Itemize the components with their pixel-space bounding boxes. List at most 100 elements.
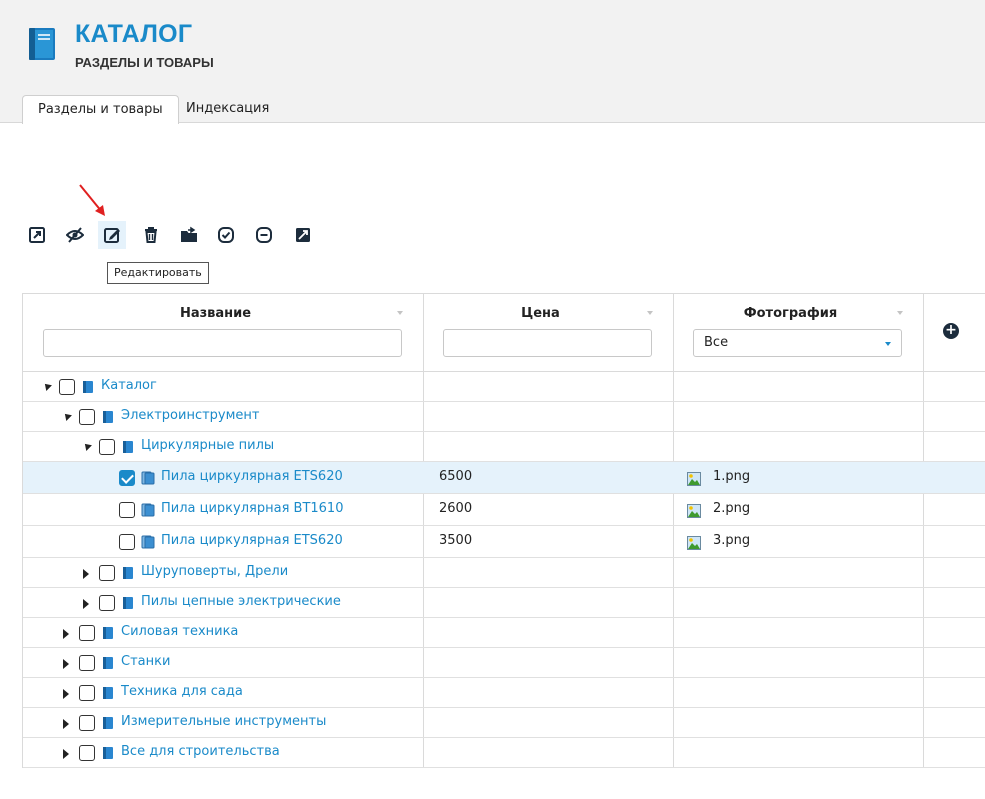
image-file-icon — [687, 536, 701, 550]
tree-node-label[interactable]: Станки — [121, 654, 170, 669]
price-filter-input[interactable] — [443, 329, 652, 357]
product-row[interactable]: Пила циркулярная ETS620 3500 3.png — [23, 526, 985, 558]
product-row[interactable]: Пила циркулярная BT1610 2600 2.png — [23, 494, 985, 526]
row-checkbox[interactable] — [99, 565, 115, 581]
section-row[interactable]: Циркулярные пилы — [23, 432, 985, 462]
tree-node-label[interactable]: Все для строительства — [121, 744, 280, 759]
photo-filename[interactable]: 1.png — [713, 469, 750, 484]
annotation-arrow-toolbar — [79, 184, 105, 216]
row-checkbox[interactable] — [59, 379, 75, 395]
row-checkbox[interactable] — [79, 655, 95, 671]
section-row[interactable]: Техника для сада — [23, 678, 985, 708]
section-book-icon — [123, 567, 133, 579]
collapse-arrow-icon[interactable] — [42, 381, 52, 391]
tree-node-label[interactable]: Пилы цепные электрические — [141, 594, 341, 609]
expand-arrow-icon[interactable] — [83, 599, 89, 609]
sort-caret-price[interactable] — [647, 311, 653, 315]
row-checkbox[interactable] — [119, 470, 135, 486]
folder-move-icon — [181, 226, 197, 242]
external-edit-button[interactable] — [289, 221, 317, 249]
price-cell: 3500 — [439, 533, 473, 548]
section-row[interactable]: Измерительные инструменты — [23, 708, 985, 738]
section-row[interactable]: Шуруповерты, Дрели — [23, 558, 985, 588]
price-cell: 6500 — [439, 469, 473, 484]
tree-node-label[interactable]: Каталог — [101, 378, 157, 393]
row-checkbox[interactable] — [79, 745, 95, 761]
section-book-icon — [103, 627, 113, 639]
catalog-grid: Название Цена Фотография Все + Каталог Эл… — [22, 293, 985, 768]
column-header-photo[interactable]: Фотография — [673, 306, 908, 321]
tree-node-label[interactable]: Техника для сада — [121, 684, 243, 699]
section-row[interactable]: Каталог — [23, 372, 985, 402]
catalog-book-icon — [29, 28, 55, 60]
tab-sections-products[interactable]: Разделы и товары — [22, 95, 179, 124]
edit-icon — [104, 228, 120, 243]
hide-button[interactable] — [61, 221, 89, 249]
move-button[interactable] — [175, 221, 203, 249]
open-window-icon — [29, 227, 45, 243]
section-row[interactable]: Все для строительства — [23, 738, 985, 768]
sort-caret-photo[interactable] — [897, 311, 903, 315]
product-icon — [141, 503, 155, 517]
page-title: КАТАЛОГ — [75, 20, 193, 48]
page-subtitle: РАЗДЕЛЫ И ТОВАРЫ — [75, 55, 214, 70]
row-checkbox[interactable] — [79, 715, 95, 731]
deactivate-button[interactable] — [250, 221, 278, 249]
row-checkbox[interactable] — [79, 409, 95, 425]
expand-arrow-icon[interactable] — [63, 629, 69, 639]
section-book-icon — [103, 717, 113, 729]
row-checkbox[interactable] — [119, 534, 135, 550]
product-row[interactable]: Пила циркулярная ETS620 6500 1.png — [23, 462, 985, 494]
tree-node-label[interactable]: Электроинструмент — [121, 408, 260, 423]
tree-node-label[interactable]: Силовая техника — [121, 624, 238, 639]
row-checkbox[interactable] — [99, 595, 115, 611]
price-cell: 2600 — [439, 501, 473, 516]
section-row[interactable]: Станки — [23, 648, 985, 678]
photo-filter-value: Все — [704, 335, 729, 350]
column-header-name[interactable]: Название — [23, 306, 408, 321]
tree-node-label[interactable]: Пила циркулярная ETS620 — [161, 469, 343, 484]
tree-node-label[interactable]: Пила циркулярная ETS620 — [161, 533, 343, 548]
external-edit-icon — [296, 228, 310, 242]
add-column-button[interactable]: + — [943, 323, 959, 339]
expand-arrow-icon[interactable] — [63, 689, 69, 699]
photo-filename[interactable]: 3.png — [713, 533, 750, 548]
name-filter-input[interactable] — [43, 329, 402, 357]
tree-node-label[interactable]: Измерительные инструменты — [121, 714, 326, 729]
product-icon — [141, 471, 155, 485]
photo-filename[interactable]: 2.png — [713, 501, 750, 516]
check-circle-icon — [218, 227, 234, 243]
product-icon — [141, 535, 155, 549]
tree-node-label[interactable]: Пила циркулярная BT1610 — [161, 501, 343, 516]
expand-arrow-icon[interactable] — [63, 719, 69, 729]
tree-node-label[interactable]: Шуруповерты, Дрели — [141, 564, 288, 579]
section-book-icon — [123, 597, 133, 609]
chevron-down-icon — [885, 342, 891, 346]
expand-arrow-icon[interactable] — [63, 749, 69, 759]
section-row[interactable]: Электроинструмент — [23, 402, 985, 432]
page-header: КАТАЛОГ РАЗДЕЛЫ И ТОВАРЫ Разделы и товар… — [0, 0, 985, 124]
row-checkbox[interactable] — [99, 439, 115, 455]
row-checkbox[interactable] — [79, 625, 95, 641]
image-file-icon — [687, 472, 701, 486]
edit-button[interactable] — [98, 221, 126, 249]
tree-node-label[interactable]: Циркулярные пилы — [141, 438, 274, 453]
tab-indexing[interactable]: Индексация — [171, 95, 284, 124]
expand-arrow-icon[interactable] — [83, 569, 89, 579]
expand-arrow-icon[interactable] — [63, 659, 69, 669]
open-window-button[interactable] — [23, 221, 51, 249]
collapse-arrow-icon[interactable] — [82, 441, 92, 451]
sort-caret-name[interactable] — [397, 311, 403, 315]
delete-button[interactable] — [137, 221, 165, 249]
section-row[interactable]: Силовая техника — [23, 618, 985, 648]
row-checkbox[interactable] — [119, 502, 135, 518]
eye-slash-icon — [66, 227, 84, 243]
photo-filter-select[interactable]: Все — [693, 329, 902, 357]
collapse-arrow-icon[interactable] — [62, 411, 72, 421]
row-checkbox[interactable] — [79, 685, 95, 701]
column-header-price[interactable]: Цена — [423, 306, 658, 321]
section-book-icon — [83, 381, 93, 393]
image-file-icon — [687, 504, 701, 518]
activate-button[interactable] — [212, 221, 240, 249]
section-row[interactable]: Пилы цепные электрические — [23, 588, 985, 618]
